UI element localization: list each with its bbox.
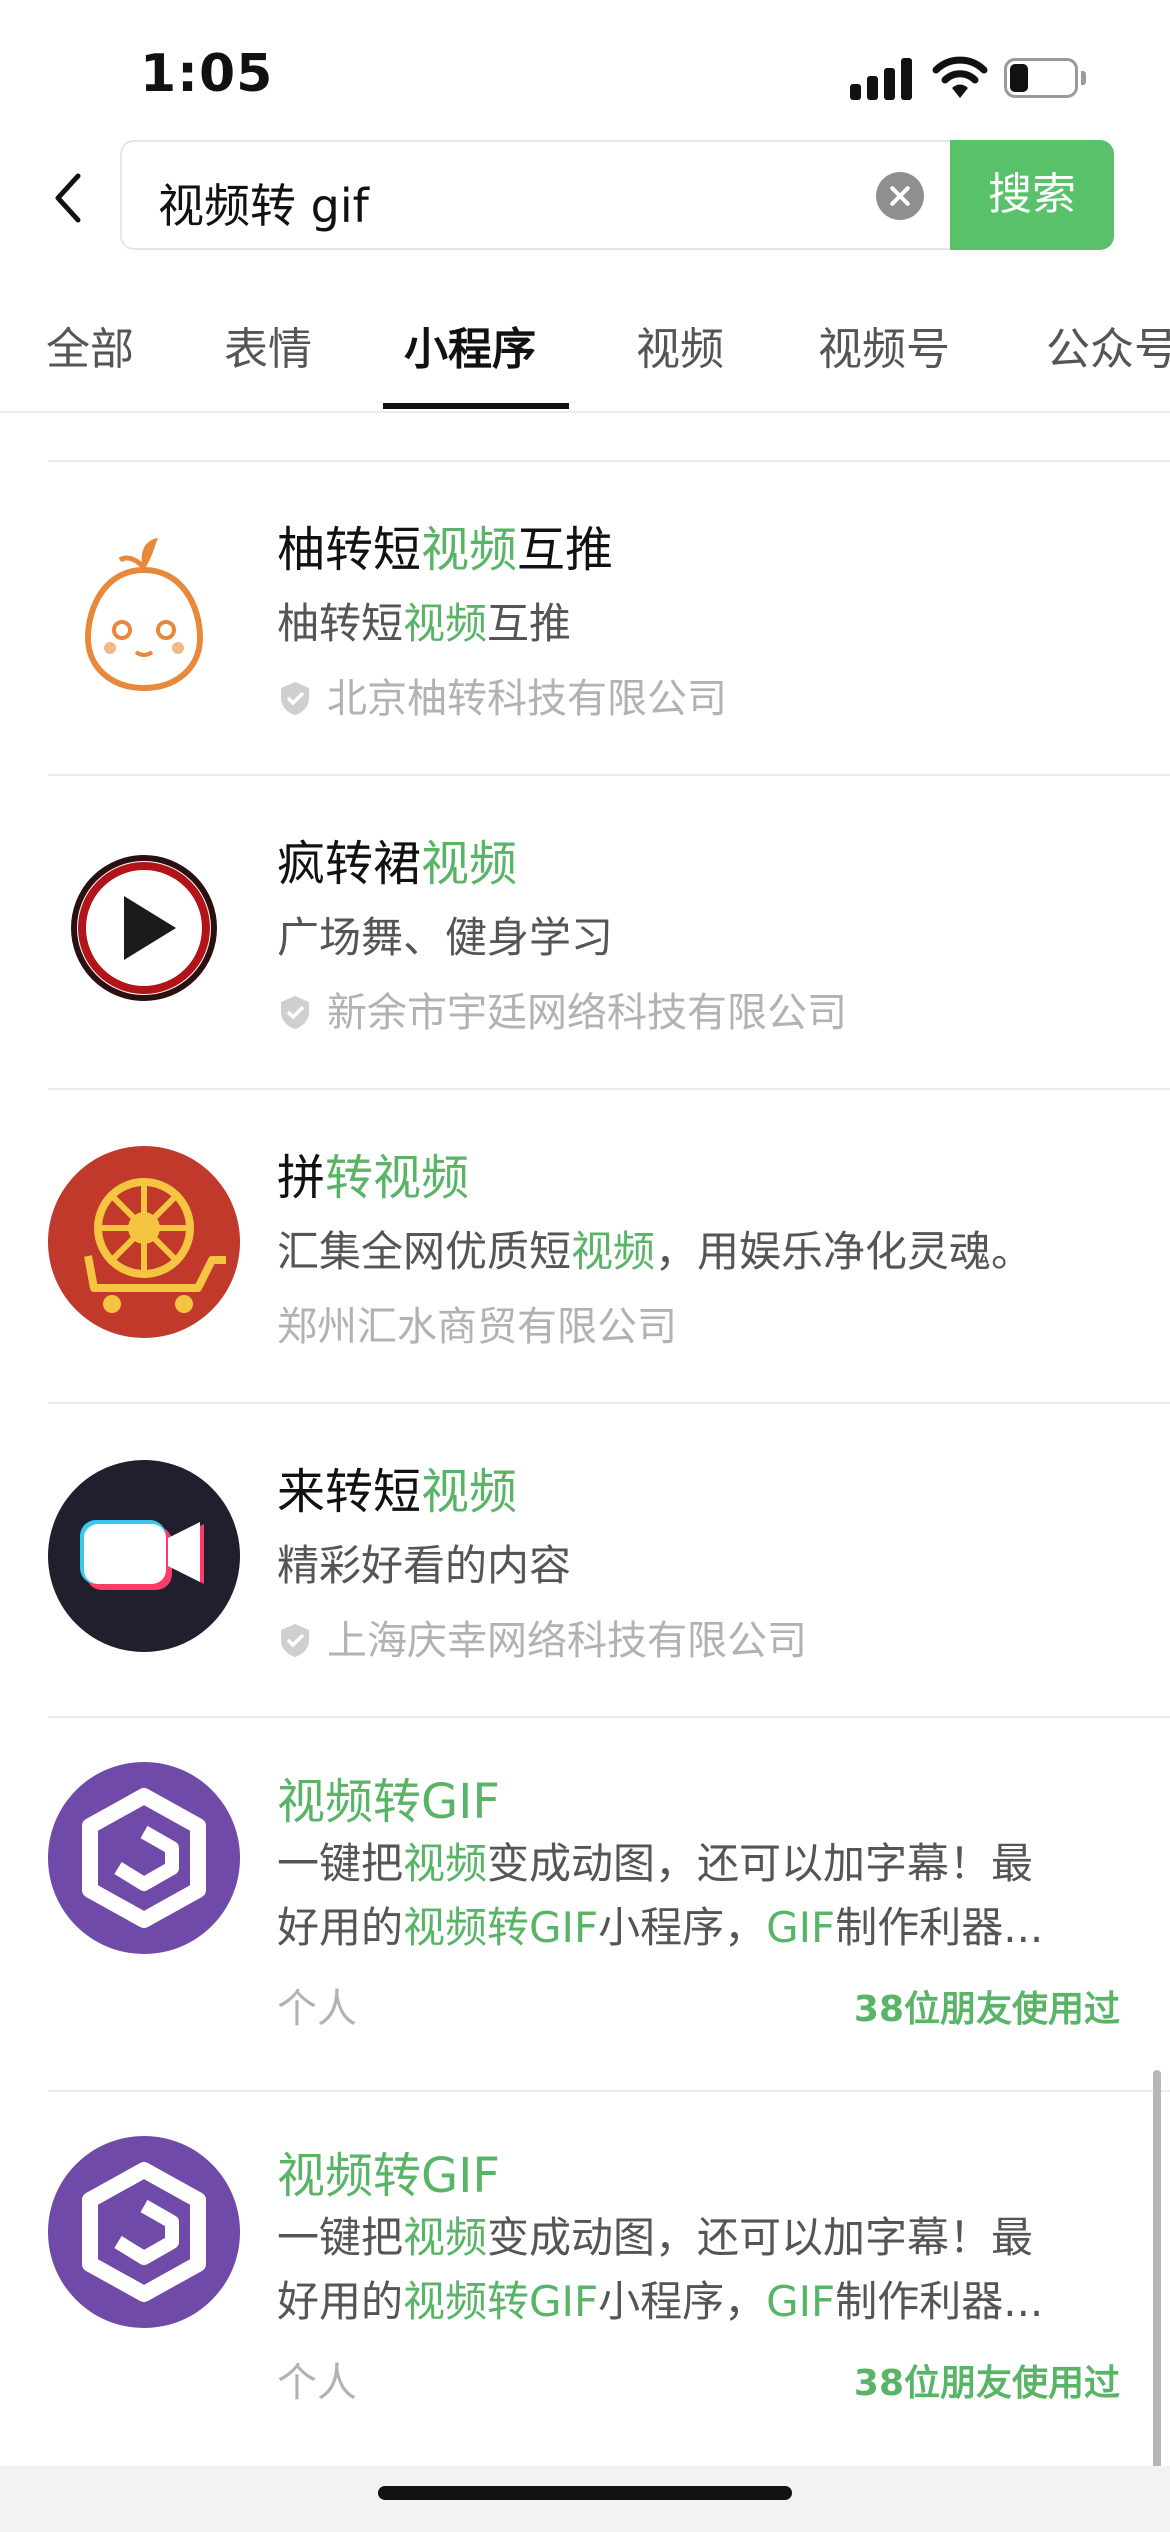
- result-company: 北京柚转科技有限公司: [277, 666, 727, 724]
- home-indicator[interactable]: [378, 2486, 792, 2500]
- result-title: 视频转GIF: [277, 1774, 500, 1830]
- status-time: 1:05: [140, 44, 274, 104]
- status-bar: 1:05: [0, 0, 1170, 140]
- result-title: 柚转短视频互推: [277, 522, 614, 578]
- result-description: 广场舞、健身学习: [277, 913, 614, 962]
- mini-program-avatar: [48, 1762, 240, 1954]
- tab-mini-programs[interactable]: 小程序: [404, 313, 536, 377]
- search-button[interactable]: 搜索: [950, 140, 1114, 250]
- result-item[interactable]: 疯转裙视频 广场舞、健身学习 新余市宇廷网络科技有限公司: [0, 774, 1170, 1088]
- friends-used-count: 38位朋友使用过: [853, 2363, 1120, 2404]
- tab-stickers[interactable]: 表情: [224, 313, 312, 377]
- result-title: 疯转裙视频: [277, 836, 518, 892]
- friends-used-count: 38位朋友使用过: [853, 1989, 1120, 2030]
- active-tab-indicator: [383, 403, 569, 409]
- wifi-icon: [932, 56, 988, 98]
- category-tabs: 全部 表情 小程序 视频 视频号 公众号: [0, 295, 1170, 413]
- result-company: 上海庆幸网络科技有限公司: [277, 1608, 807, 1666]
- result-title: 拼转视频: [277, 1150, 470, 1206]
- tab-all[interactable]: 全部: [46, 313, 134, 377]
- result-title: 视频转GIF: [277, 2148, 500, 2204]
- search-query: 视频转 gif: [158, 179, 369, 233]
- result-company: 新余市宇廷网络科技有限公司: [277, 980, 847, 1038]
- mini-program-avatar: [48, 518, 240, 710]
- result-description: 柚转短视频互推: [277, 599, 572, 648]
- mini-program-avatar: [48, 832, 240, 1024]
- result-title: 来转短视频: [277, 1464, 518, 1520]
- back-chevron-icon[interactable]: [40, 162, 100, 232]
- result-description: 汇集全网优质短视频，用娱乐净化灵魂。: [277, 1227, 1034, 1276]
- verified-icon: [281, 996, 309, 1029]
- clear-icon[interactable]: [876, 172, 924, 220]
- result-description: 一键把视频变成动图，还可以加字幕！最 好用的视频转GIF小程序，GIF制作利器.…: [277, 1839, 1044, 1952]
- signal-icon: [850, 58, 914, 100]
- result-company: 郑州汇水商贸有限公司: [277, 1304, 677, 1350]
- search-header: 视频转 gif 搜索: [0, 140, 1170, 250]
- mini-program-avatar: [48, 1146, 240, 1338]
- verified-icon: [281, 1624, 309, 1657]
- verified-icon: [281, 682, 309, 715]
- screen: 1:05 视频转 gif 搜索 全部 表情 小程序 视频 视频号 公众号 柚转短…: [0, 0, 1170, 2532]
- result-description: 一键把视频变成动图，还可以加字幕！最 好用的视频转GIF小程序，GIF制作利器.…: [277, 2213, 1044, 2326]
- mini-program-avatar: [48, 2136, 240, 2328]
- result-item[interactable]: 来转短视频 精彩好看的内容 上海庆幸网络科技有限公司: [0, 1402, 1170, 1716]
- scrollbar[interactable]: [1153, 2070, 1161, 2470]
- tab-channels[interactable]: 视频号: [818, 313, 950, 377]
- result-owner: 个人: [277, 2360, 357, 2406]
- result-item[interactable]: 视频转GIF 一键把视频变成动图，还可以加字幕！最 好用的视频转GIF小程序，G…: [0, 1716, 1170, 2090]
- result-description: 精彩好看的内容: [277, 1541, 572, 1590]
- result-item[interactable]: 柚转短视频互推 柚转短视频互推 北京柚转科技有限公司: [0, 460, 1170, 774]
- tab-official-accounts[interactable]: 公众号: [1046, 313, 1170, 377]
- tab-videos[interactable]: 视频: [636, 313, 724, 377]
- result-item[interactable]: 拼转视频 汇集全网优质短视频，用娱乐净化灵魂。 郑州汇水商贸有限公司: [0, 1088, 1170, 1402]
- mini-program-avatar: [48, 1460, 240, 1652]
- battery-icon: [1004, 58, 1086, 98]
- result-item[interactable]: 视频转GIF 一键把视频变成动图，还可以加字幕！最 好用的视频转GIF小程序，G…: [0, 2090, 1170, 2470]
- result-owner: 个人: [277, 1986, 357, 2032]
- search-input[interactable]: 视频转 gif: [120, 140, 960, 250]
